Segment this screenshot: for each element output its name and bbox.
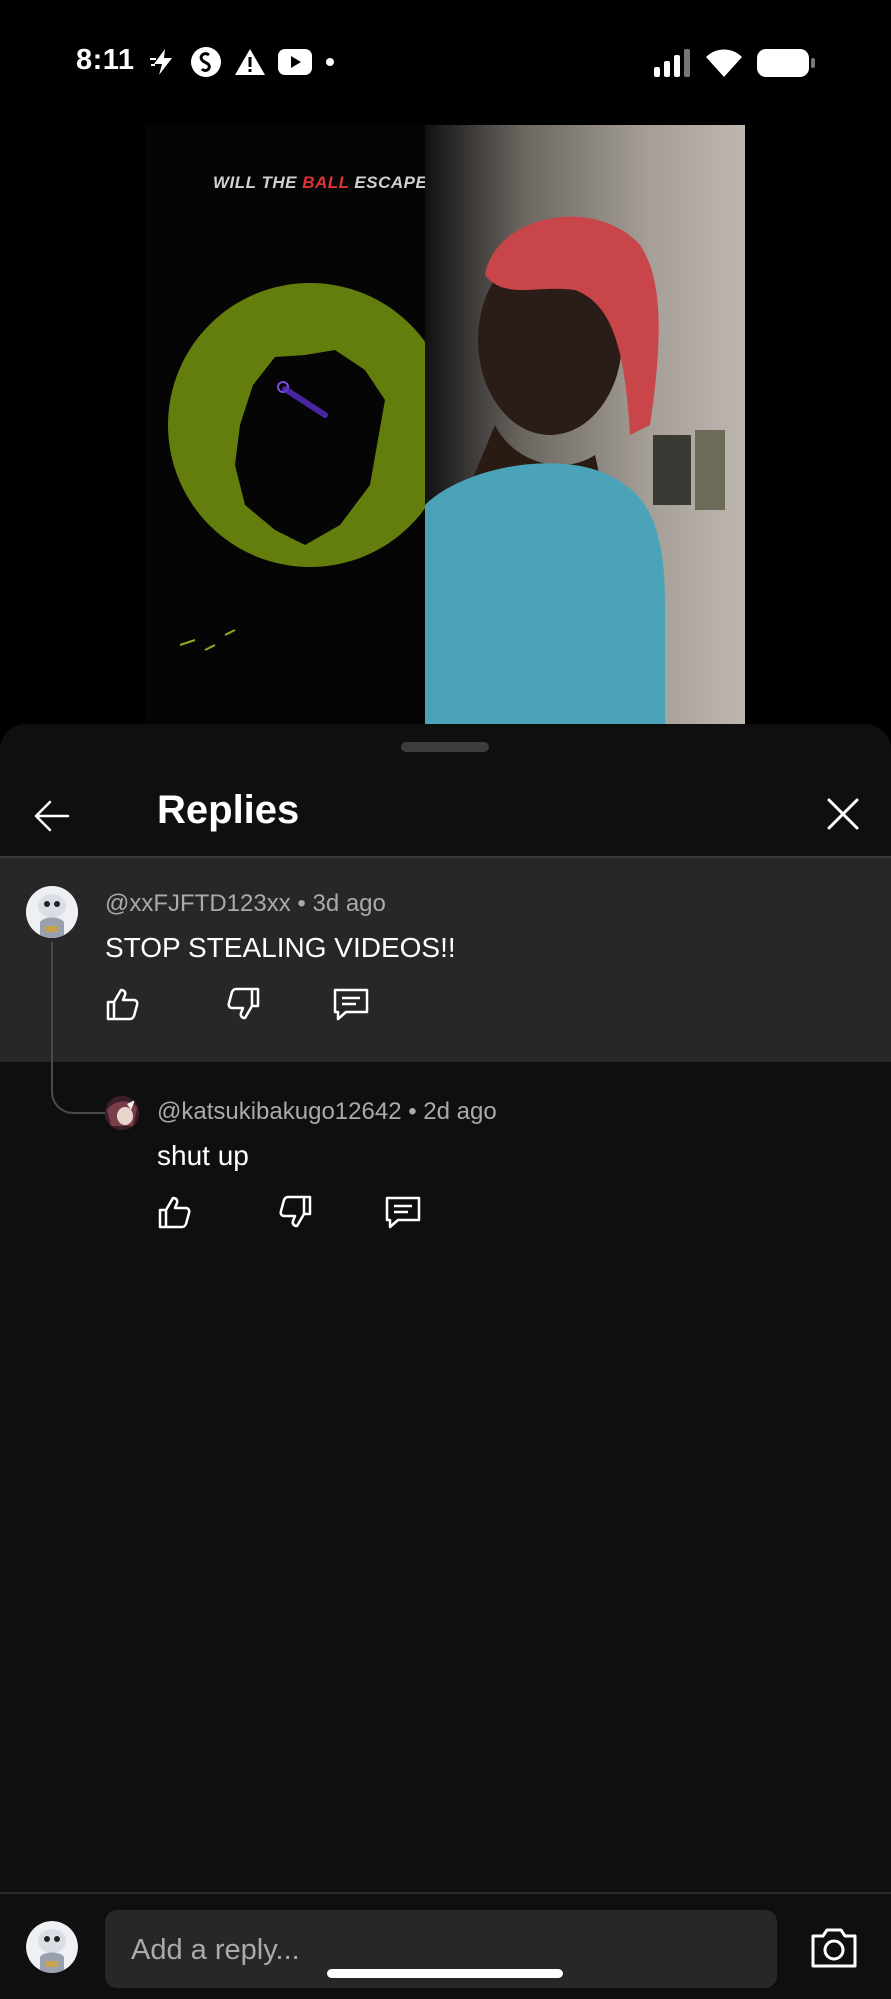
reply-icon[interactable] — [384, 1194, 422, 1230]
comment-text: shut up — [157, 1140, 249, 1171]
wifi-icon — [705, 49, 743, 77]
comment-actions — [156, 1194, 422, 1230]
home-indicator — [327, 1969, 563, 1978]
bottom-divider — [0, 1892, 891, 1894]
replies-sheet: Replies @xxFJFTD123xx • 3d ago STOP STEA… — [0, 724, 891, 1999]
comment-actions — [104, 986, 370, 1022]
like-icon[interactable] — [156, 1194, 278, 1230]
bolt-icon — [148, 47, 178, 77]
replies-header: Replies — [0, 774, 891, 856]
video-overlay-title: WILL THE BALL ESCAPE — [213, 173, 428, 192]
page-title: Replies — [157, 788, 300, 832]
comment-meta: @katsukibakugo12642 • 2d ago — [157, 1098, 497, 1125]
dot-icon — [324, 56, 336, 68]
current-user-avatar[interactable] — [26, 1921, 78, 1973]
comment-timestamp: 2d ago — [423, 1098, 497, 1125]
close-icon[interactable] — [825, 796, 861, 832]
comment-author[interactable]: @xxFJFTD123xx — [105, 890, 291, 917]
thread-connector — [51, 942, 108, 1114]
comment-text: STOP STEALING VIDEOS!! — [105, 932, 456, 963]
status-time: 8:11 — [76, 44, 135, 76]
like-icon[interactable] — [104, 986, 226, 1022]
video-person-panel — [425, 125, 745, 725]
reply-icon[interactable] — [332, 986, 370, 1022]
parent-comment: @xxFJFTD123xx • 3d ago STOP STEALING VID… — [0, 858, 891, 1062]
signal-icon — [653, 49, 691, 77]
drag-handle[interactable] — [401, 742, 489, 752]
dislike-icon[interactable] — [278, 1194, 384, 1230]
dislike-icon[interactable] — [226, 986, 332, 1022]
youtube-icon — [278, 49, 312, 75]
shazam-icon — [190, 46, 222, 78]
camera-icon[interactable] — [809, 1926, 859, 1970]
avatar[interactable] — [105, 1096, 139, 1130]
arrow-left-icon[interactable] — [32, 796, 72, 836]
comment-timestamp: 3d ago — [312, 890, 386, 917]
status-bar: 8:11 — [0, 0, 891, 125]
comment-author[interactable]: @katsukibakugo12642 — [157, 1098, 402, 1125]
video-player[interactable]: WILL THE BALL ESCAPE — [145, 125, 745, 725]
battery-icon — [757, 48, 815, 78]
video-left-panel: WILL THE BALL ESCAPE — [145, 125, 452, 725]
avatar[interactable] — [26, 886, 78, 938]
comment-meta: @xxFJFTD123xx • 3d ago — [105, 890, 386, 917]
warning-icon — [234, 47, 266, 77]
